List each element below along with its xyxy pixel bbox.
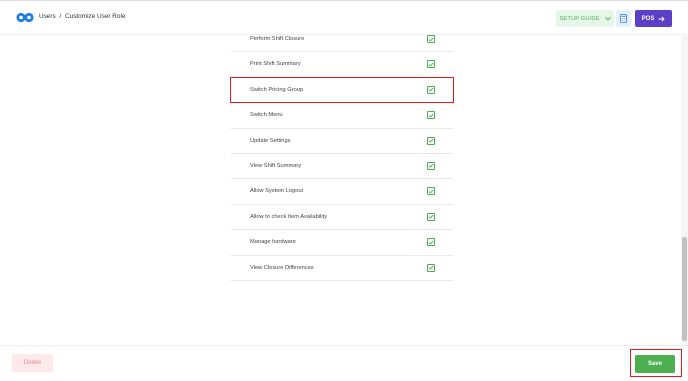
calculator-button[interactable] bbox=[616, 10, 631, 27]
breadcrumb: Users / Customize User Role bbox=[39, 13, 125, 20]
permission-label: Update Settings bbox=[250, 137, 291, 144]
permission-checkbox[interactable] bbox=[427, 60, 435, 69]
permission-row: View Closure Differences bbox=[231, 256, 453, 281]
check-icon bbox=[428, 240, 434, 245]
permission-row: Perform Shift Closure bbox=[231, 27, 453, 53]
setup-guide-button[interactable]: SETUP GUIDE bbox=[556, 10, 614, 27]
permission-label: View Closure Differences bbox=[250, 264, 314, 271]
permission-checkbox[interactable] bbox=[427, 263, 435, 272]
permission-label: Allow to check Item Availability bbox=[250, 213, 328, 220]
check-icon bbox=[428, 265, 434, 270]
check-icon bbox=[428, 214, 434, 219]
permission-row: Allow to check Item Availability bbox=[231, 205, 453, 231]
permission-label: Print Shift Summary bbox=[250, 61, 301, 68]
permission-checkbox[interactable] bbox=[427, 136, 435, 145]
check-icon bbox=[428, 189, 434, 194]
check-icon bbox=[428, 138, 434, 143]
permission-row: Switch Menu bbox=[231, 103, 453, 129]
permission-row: Manage hardware bbox=[231, 230, 453, 256]
delete-button[interactable]: Delete bbox=[12, 354, 53, 372]
permission-checkbox[interactable] bbox=[427, 238, 435, 247]
chevron-down-icon bbox=[604, 16, 611, 21]
permission-row: View Shift Summary bbox=[231, 154, 453, 180]
arrow-right-icon bbox=[658, 15, 665, 22]
permission-row: Allow System Logout bbox=[231, 179, 453, 205]
permission-label: Perform Shift Closure bbox=[250, 36, 305, 42]
permission-label: View Shift Summary bbox=[250, 162, 302, 169]
permission-checkbox[interactable] bbox=[427, 161, 435, 170]
breadcrumb-users-link[interactable]: Users bbox=[39, 13, 56, 20]
footer-bar bbox=[0, 345, 688, 381]
check-icon bbox=[428, 62, 434, 67]
pos-label: POS bbox=[641, 15, 655, 22]
logo-icon[interactable] bbox=[16, 12, 34, 23]
scrollbar-thumb[interactable] bbox=[682, 237, 687, 341]
permission-label: Allow System Logout bbox=[250, 188, 304, 195]
breadcrumb-current: Customize User Role bbox=[65, 13, 126, 20]
permission-checkbox[interactable] bbox=[427, 187, 435, 196]
setup-guide-label: SETUP GUIDE bbox=[559, 15, 600, 22]
pos-button[interactable]: POS bbox=[635, 10, 672, 27]
check-icon bbox=[428, 37, 434, 42]
breadcrumb-separator: / bbox=[59, 13, 62, 20]
permission-checkbox[interactable] bbox=[427, 212, 435, 221]
permission-checkbox[interactable] bbox=[427, 111, 435, 120]
calculator-icon bbox=[620, 14, 627, 23]
switch-pricing-group-highlight bbox=[230, 77, 454, 103]
check-icon bbox=[428, 164, 434, 169]
permission-row: Print Shift Summary bbox=[231, 52, 453, 78]
check-icon bbox=[428, 113, 434, 118]
save-button-highlight bbox=[630, 349, 682, 377]
permission-label: Manage hardware bbox=[250, 239, 296, 246]
permission-label: Switch Menu bbox=[250, 112, 283, 119]
permission-row: Update Settings bbox=[231, 129, 453, 154]
permission-list: Perform Shift Closure Print Shift Summar… bbox=[231, 27, 453, 281]
permission-checkbox[interactable] bbox=[427, 35, 435, 43]
